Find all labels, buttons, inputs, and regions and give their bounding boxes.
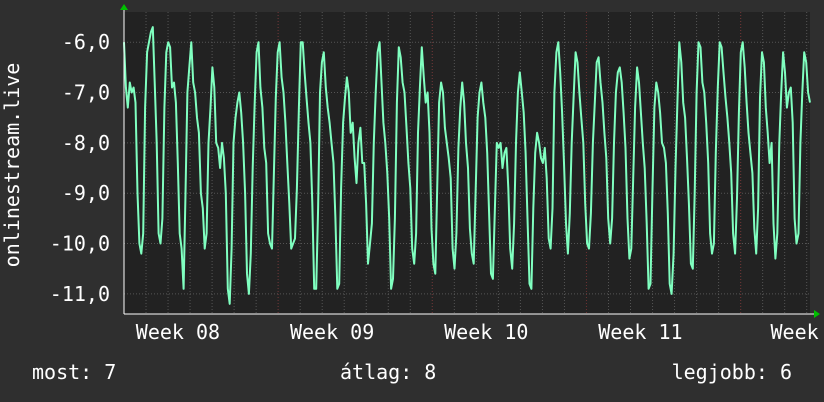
y-tick-label: -6,0 (62, 30, 110, 54)
y-axis-ticks: -11,0 -10,0 -9,0 -8,0 -7,0 -6,0 (50, 30, 110, 306)
y-tick-label: -9,0 (62, 181, 110, 205)
stats-footer: most: 7 átlag: 8 legjobb: 6 (0, 360, 824, 390)
x-tick-label: Week 08 (136, 320, 220, 344)
x-axis-arrow-icon (814, 310, 820, 318)
line-chart: -11,0-10,0-9,0-8,0-7,0-6,0 Week 08 Week 0… (0, 4, 820, 344)
y-axis-title: onlinestream.live (0, 63, 24, 268)
x-tick-label: Week 10 (444, 320, 528, 344)
y-tick-label: -11,0 (50, 282, 110, 306)
stat-current: most: 7 (32, 360, 117, 384)
x-tick-label: Week (770, 320, 818, 344)
x-tick-label: Week 11 (598, 320, 682, 344)
stat-average: átlag: 8 (340, 360, 437, 384)
y-tick-label: -8,0 (62, 131, 110, 155)
y-axis-arrow-icon (120, 4, 128, 10)
stat-best: legjobb: 6 (671, 360, 792, 384)
x-tick-label: Week 09 (290, 320, 374, 344)
x-axis-ticks: Week 08 Week 09 Week 10 Week 11 Week (136, 320, 819, 344)
y-tick-label: -10,0 (50, 232, 110, 256)
y-tick-label: -7,0 (62, 81, 110, 105)
